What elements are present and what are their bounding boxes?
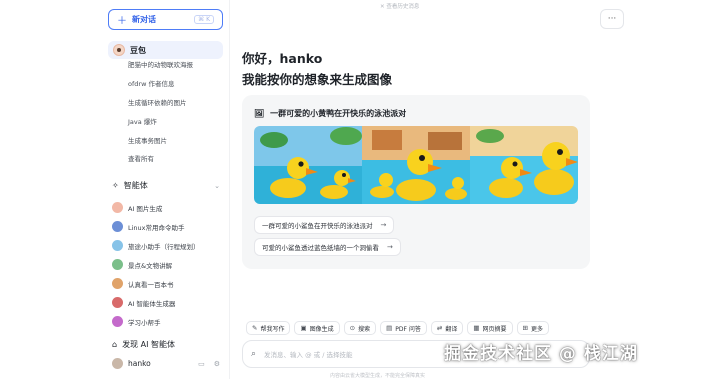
chevron-down-icon: ⌄ [214, 181, 220, 190]
tool-image-generation[interactable]: ▣ 图像生成 [294, 321, 340, 335]
plus-icon: ＋ [117, 16, 127, 27]
gear-icon[interactable]: ⚙ [214, 360, 220, 368]
agent-label: Linux常用命令助手 [128, 223, 185, 232]
agent-item[interactable]: 景点&文物讲解 [112, 259, 172, 270]
suggestion-text: 一群可爱的小鲨鱼在开快乐的泳池派对 [262, 222, 373, 230]
agent-label: 景点&文物讲解 [128, 261, 173, 270]
tool-pdf-qa[interactable]: ▤ PDF 问答 [380, 321, 427, 335]
tool-label: 网页摘要 [482, 325, 507, 333]
new-chat-label: 新对话 [132, 15, 156, 24]
tool-label: 图像生成 [309, 325, 334, 333]
agent-avatar-icon [112, 297, 123, 308]
agent-label: 认真看一百本书 [128, 280, 174, 289]
history-item[interactable]: ofdrw 作者信息 [128, 75, 193, 94]
ellipsis-icon: ··· [607, 14, 617, 24]
image-example-card: 🖼 一群可爱的小黄鸭在开快乐的泳池派对 一群可爱的小鲨鱼在开快乐的泳池派对 → … [242, 95, 590, 269]
watermark: 掘金技术社区 @ 栈江湖 [444, 344, 638, 364]
agent-avatar-icon [112, 278, 123, 289]
image-icon: 🖼 [254, 109, 265, 118]
agent-item[interactable]: AI 智能体生成器 [112, 297, 175, 308]
tool-web-summary[interactable]: ▦ 网页摘要 [467, 321, 513, 335]
history-item[interactable]: 生成循环依赖的图片 [128, 94, 193, 113]
app-window: ＋ 新对话 ⌘ K 豆包 肥猫中的动物联欢海报 ofdrw 作者信息 生成循环依… [0, 0, 720, 379]
suggestion-text: 可爱的小鲨鱼透过蓝色纸墙的一个洞偷看 [262, 244, 379, 252]
pen-icon: ✎ [252, 324, 258, 332]
tool-more[interactable]: ⊞ 更多 [516, 321, 549, 335]
agent-avatar-icon [112, 316, 123, 327]
agent-avatar-icon [112, 202, 123, 213]
pdf-icon: ▤ [386, 324, 393, 332]
agent-label: AI 智能体生成器 [128, 299, 176, 308]
tool-writing[interactable]: ✎ 帮我写作 [246, 321, 291, 335]
greeting-subtitle: 我能按你的想象来生成图像 [242, 72, 393, 87]
history-item[interactable]: 肥猫中的动物联欢海报 [128, 56, 193, 75]
user-avatar [112, 358, 123, 369]
tool-label: PDF 问答 [395, 325, 421, 333]
agent-label: 旅途小助手（行程规划） [128, 242, 200, 251]
card-title: 🖼 一群可爱的小黄鸭在开快乐的泳池派对 [254, 108, 406, 119]
user-name: hanko [128, 359, 151, 368]
history-list: 肥猫中的动物联欢海报 ofdrw 作者信息 生成循环依赖的图片 Java 爆炸 … [128, 56, 193, 151]
input-placeholder: 发消息、输入 @ 或 / 选择技能 [264, 351, 353, 359]
tool-label: 更多 [530, 325, 543, 333]
suggestion-chip[interactable]: 一群可爱的小鲨鱼在开快乐的泳池派对 → [254, 216, 395, 234]
bot-avatar-icon [113, 44, 125, 56]
tool-translate[interactable]: ⇄ 翻译 [430, 321, 464, 335]
agent-avatar-icon [112, 259, 123, 270]
grid-icon: ⊞ [522, 324, 528, 332]
card-title-text: 一群可爱的小黄鸭在开快乐的泳池派对 [270, 109, 407, 118]
tool-label: 帮我写作 [260, 325, 285, 333]
discover-label: 发现 AI 智能体 [122, 340, 175, 349]
history-hint[interactable]: ✕ 查看历史消息 [380, 2, 419, 10]
greeting-heading: 你好，hanko [242, 51, 323, 66]
arrow-right-icon: → [387, 243, 393, 251]
web-icon: ▦ [473, 324, 480, 332]
agent-avatar-icon [112, 221, 123, 232]
duck-image[interactable] [470, 126, 578, 204]
search-icon: ⊙ [349, 324, 356, 332]
history-item[interactable]: 生成事务图片 [128, 132, 193, 151]
sidebar: ＋ 新对话 ⌘ K 豆包 肥猫中的动物联欢海报 ofdrw 作者信息 生成循环依… [0, 0, 230, 379]
agent-label: 学习小帮手 [128, 318, 161, 327]
agent-item[interactable]: AI 图片生成 [112, 202, 162, 213]
agents-icon: ✧ [112, 181, 119, 190]
history-item[interactable]: Java 爆炸 [128, 113, 193, 132]
see-all-link[interactable]: 查看所有 [128, 153, 154, 163]
image-icon: ▣ [300, 324, 307, 332]
agent-item[interactable]: 学习小帮手 [112, 316, 161, 327]
agent-item[interactable]: Linux常用命令助手 [112, 221, 185, 232]
main-panel: ✕ 查看历史消息 ··· 你好，hanko 我能按你的想象来生成图像 🖼 一群可… [230, 0, 720, 379]
suggestion-chip[interactable]: 可爱的小鲨鱼透过蓝色纸墙的一个洞偷看 → [254, 238, 401, 256]
skill-toolbar: ✎ 帮我写作 ▣ 图像生成 ⊙ 搜索 ▤ PDF 问答 ⇄ 翻译 ▦ 网页摘要 [246, 321, 549, 335]
more-options-button[interactable]: ··· [600, 9, 624, 29]
agents-section-header[interactable]: ✧ 智能体 ⌄ [112, 180, 220, 191]
shortcut-hint: ⌘ K [194, 15, 214, 24]
bot-name: 豆包 [130, 45, 146, 55]
agent-item[interactable]: 认真看一百本书 [112, 278, 174, 289]
agents-title: 智能体 [123, 181, 148, 190]
arrow-right-icon: → [380, 221, 387, 229]
translate-icon: ⇄ [436, 324, 443, 332]
paperclip-icon[interactable]: ⌕ [251, 349, 256, 359]
agent-item[interactable]: 旅途小助手（行程规划） [112, 240, 200, 251]
new-chat-button[interactable]: ＋ 新对话 ⌘ K [108, 9, 223, 30]
user-profile[interactable]: hanko ▭ ⚙ [112, 358, 220, 369]
tool-label: 翻译 [445, 325, 458, 333]
inbox-icon[interactable]: ▭ [198, 360, 205, 368]
discover-agents-link[interactable]: ⌂ 发现 AI 智能体 [112, 339, 175, 350]
discover-icon: ⌂ [112, 340, 118, 349]
tool-search[interactable]: ⊙ 搜索 [343, 321, 377, 335]
duck-image[interactable] [362, 126, 470, 204]
disclaimer-text: 内容由云雀大模型生成，不能完全保障真实 [330, 373, 426, 379]
duck-image[interactable] [254, 126, 362, 204]
generated-images[interactable] [254, 126, 578, 204]
agent-avatar-icon [112, 240, 123, 251]
agent-label: AI 图片生成 [128, 204, 163, 213]
tool-label: 搜索 [358, 325, 371, 333]
